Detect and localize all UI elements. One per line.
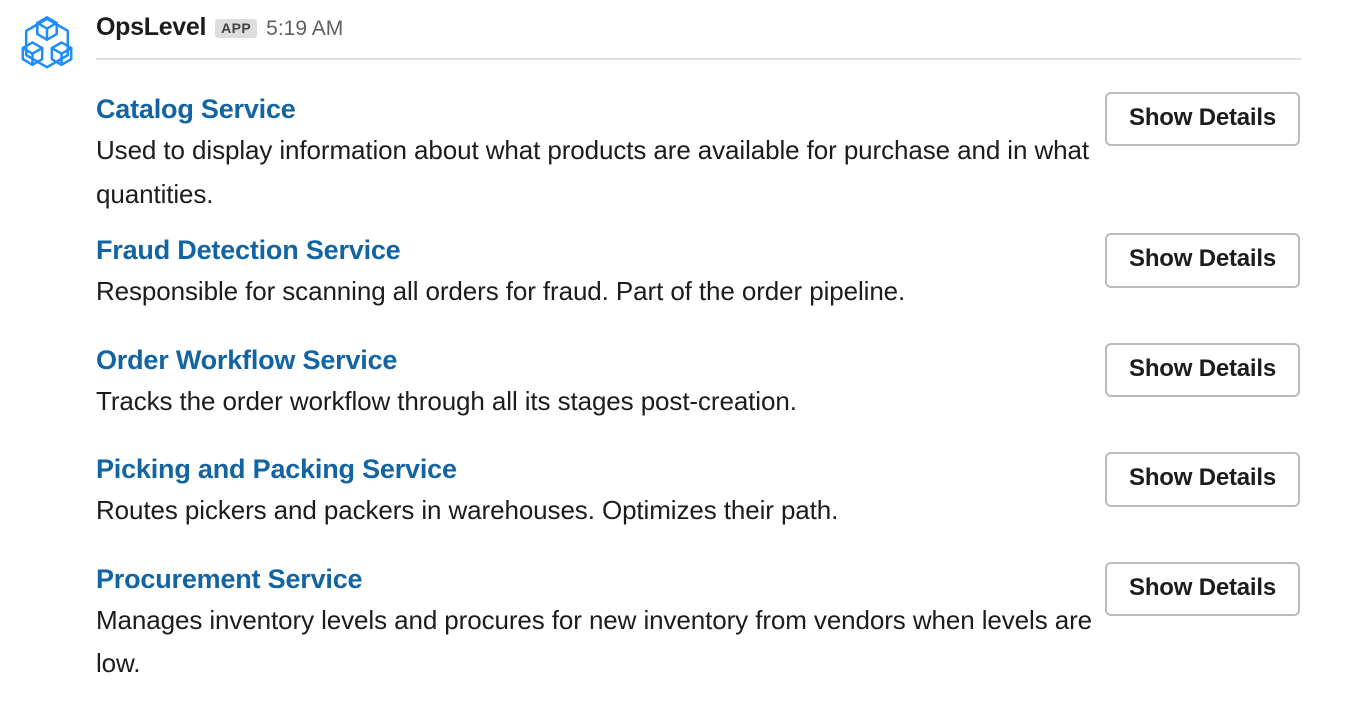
attachment-title-link[interactable]: Order Workflow Service — [96, 345, 1101, 377]
attachment-action: Show Details — [1105, 86, 1300, 147]
slack-message-container: OpsLevel APP 5:19 AM Catalog Service Use… — [0, 0, 1348, 726]
app-name[interactable]: OpsLevel — [96, 14, 206, 40]
attachment-body: Order Workflow Service Tracks the order … — [96, 337, 1101, 424]
attachment-action: Show Details — [1105, 227, 1300, 288]
attachment-description: Used to display information about what p… — [96, 134, 1089, 209]
attachment-body: Fraud Detection Service Responsible for … — [96, 227, 1101, 314]
opslevel-cubes-logo-icon[interactable] — [16, 12, 78, 74]
attachment-action: Show Details — [1105, 556, 1300, 617]
app-badge: APP — [215, 18, 258, 38]
show-details-button[interactable]: Show Details — [1105, 233, 1300, 288]
attachment-action: Show Details — [1105, 337, 1300, 398]
show-details-button[interactable]: Show Details — [1105, 561, 1300, 617]
show-details-button[interactable]: Show Details — [1105, 92, 1300, 147]
attachment-description: Routes pickers and packers in warehouses… — [96, 495, 839, 526]
attachment-title-link[interactable]: Procurement Service — [96, 564, 1101, 596]
attachment-item: Catalog Service Used to display informat… — [0, 86, 1348, 216]
show-details-button[interactable]: Show Details — [1105, 452, 1300, 507]
message-timestamp[interactable]: 5:19 AM — [266, 18, 343, 39]
attachment-title-link[interactable]: Catalog Service — [96, 94, 1101, 126]
attachment-action: Show Details — [1105, 446, 1300, 507]
attachment-item: Order Workflow Service Tracks the order … — [0, 337, 1348, 424]
attachment-description: Responsible for scanning all orders for … — [96, 276, 906, 307]
attachment-list: Catalog Service Used to display informat… — [0, 86, 1348, 686]
message-header: OpsLevel APP 5:19 AM — [96, 11, 343, 43]
attachment-item: Picking and Packing Service Routes picke… — [0, 446, 1348, 533]
attachment-item: Procurement Service Manages inventory le… — [0, 556, 1348, 686]
header-divider — [96, 58, 1301, 60]
attachment-description: Tracks the order workflow through all it… — [96, 385, 797, 416]
show-details-button[interactable]: Show Details — [1105, 342, 1300, 398]
attachment-body: Picking and Packing Service Routes picke… — [96, 446, 1101, 533]
attachment-body: Procurement Service Manages inventory le… — [96, 556, 1101, 686]
attachment-item: Fraud Detection Service Responsible for … — [0, 227, 1348, 314]
attachment-body: Catalog Service Used to display informat… — [96, 86, 1101, 216]
attachment-description: Manages inventory levels and procures fo… — [96, 604, 1092, 679]
attachment-title-link[interactable]: Fraud Detection Service — [96, 235, 1101, 267]
attachment-title-link[interactable]: Picking and Packing Service — [96, 454, 1101, 486]
